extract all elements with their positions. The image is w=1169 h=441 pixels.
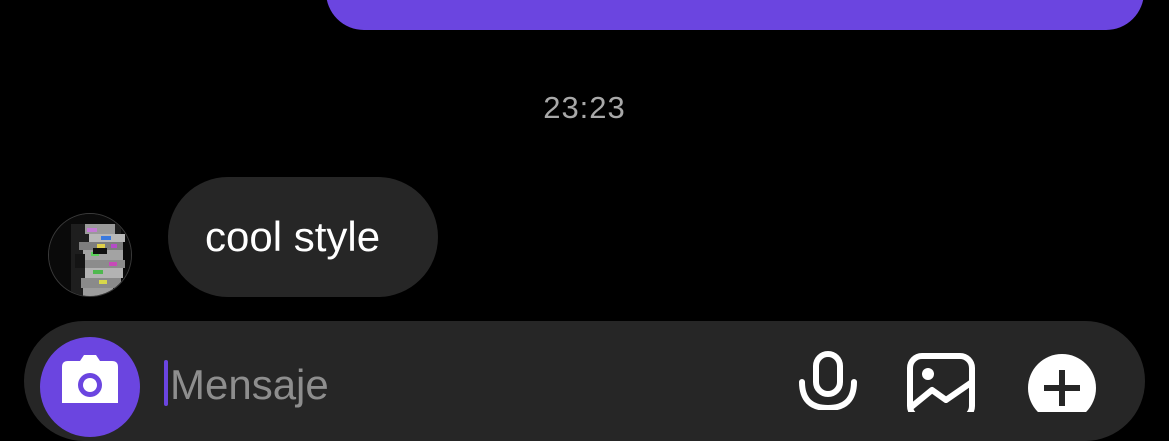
camera-icon <box>62 355 118 403</box>
received-message-text: cool style <box>205 213 381 260</box>
text-cursor <box>164 360 168 406</box>
plus-icon <box>1028 354 1096 422</box>
sent-message-bubble[interactable] <box>326 0 1144 30</box>
received-message-bubble[interactable]: cool style <box>168 177 438 297</box>
gallery-button[interactable] <box>906 352 976 421</box>
add-button[interactable] <box>1026 352 1098 422</box>
avatar-image <box>49 214 131 296</box>
message-input[interactable] <box>170 362 750 408</box>
image-gallery-icon <box>907 353 975 421</box>
microphone-icon <box>799 351 857 412</box>
camera-button[interactable] <box>40 337 140 437</box>
message-timestamp: 23:23 <box>543 90 626 125</box>
microphone-button[interactable] <box>796 350 860 415</box>
avatar[interactable] <box>48 213 132 297</box>
